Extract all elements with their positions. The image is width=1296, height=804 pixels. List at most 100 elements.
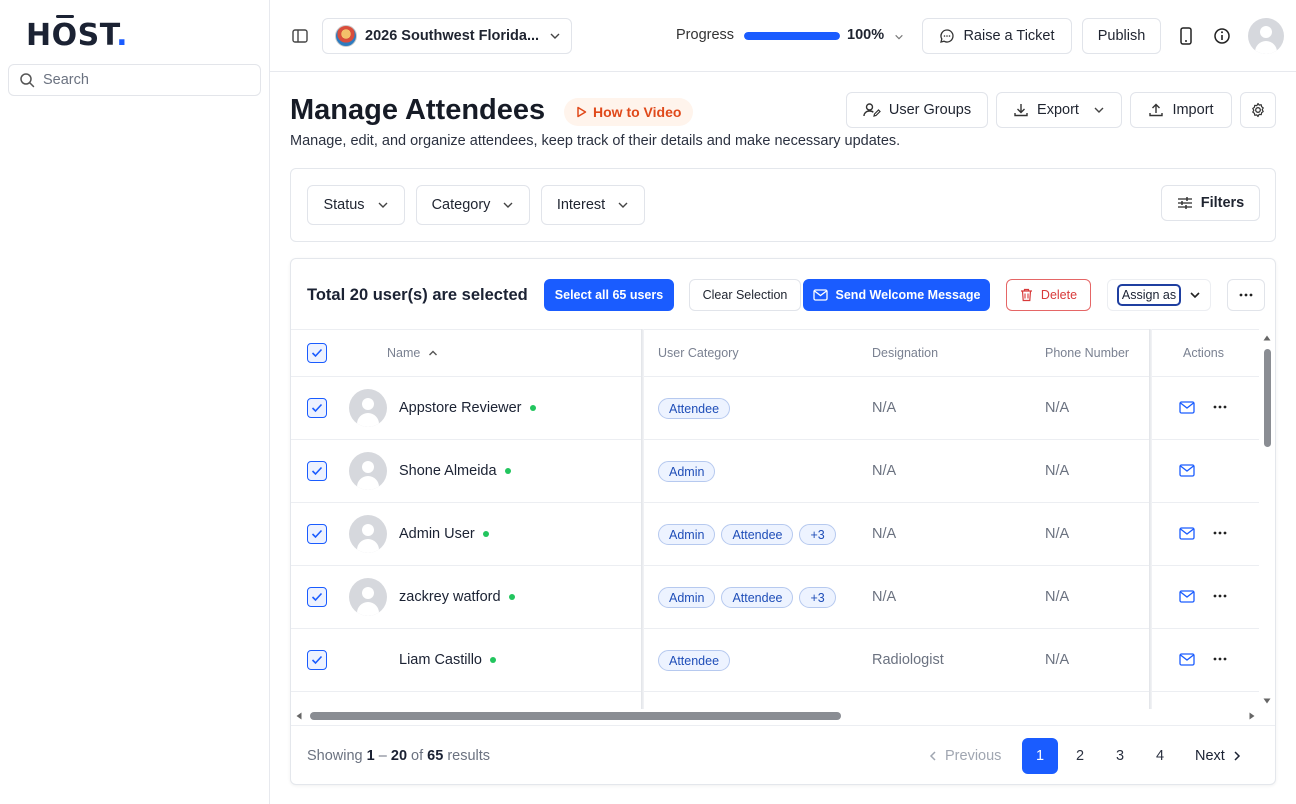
category-filter-dropdown[interactable]: Category [416, 185, 530, 225]
scroll-right-arrow-icon [1249, 712, 1255, 720]
user-edit-icon [863, 103, 881, 117]
settings-button[interactable] [1240, 92, 1276, 128]
table-row[interactable]: zackrey watford Admin Attendee +3 N/A N/A [291, 566, 1259, 629]
download-icon [1014, 104, 1028, 117]
select-all-button[interactable]: Select all 65 users [544, 279, 674, 311]
progress-chevron-icon[interactable] [892, 30, 906, 44]
previous-page-button[interactable]: Previous [929, 748, 1001, 764]
designation-cell: N/A [872, 526, 897, 542]
row-checkbox[interactable] [307, 524, 327, 544]
column-header-designation[interactable]: Designation [872, 346, 938, 360]
user-name[interactable]: Admin User [399, 526, 489, 542]
user-avatar[interactable] [1248, 18, 1284, 54]
user-category-tags: Admin [658, 461, 716, 482]
user-avatar [349, 452, 387, 490]
mobile-preview-icon[interactable] [1176, 26, 1196, 46]
column-header-user-category[interactable]: User Category [658, 346, 739, 360]
event-selector[interactable]: 2026 Southwest Florida... [322, 18, 572, 54]
category-tag: +3 [799, 524, 836, 545]
horizontal-scroll-thumb[interactable] [310, 712, 841, 720]
designation-cell: N/A [872, 589, 897, 605]
info-icon[interactable] [1212, 26, 1232, 46]
more-horizontal-icon[interactable] [1213, 399, 1227, 418]
raise-ticket-button[interactable]: Raise a Ticket [922, 18, 1072, 54]
trash-icon [1020, 288, 1032, 302]
phone-number-cell: N/A [1045, 589, 1070, 605]
online-status-dot [529, 405, 536, 411]
vertical-scroll-thumb[interactable] [1264, 349, 1271, 447]
more-horizontal-icon[interactable] [1213, 588, 1227, 607]
table-row[interactable]: Shone Almeida Admin N/A N/A [291, 440, 1259, 503]
more-horizontal-icon[interactable] [1213, 525, 1227, 544]
user-name[interactable]: zackrey watford [399, 589, 515, 605]
search-icon [20, 73, 35, 88]
upload-icon [1149, 103, 1164, 117]
column-header-name[interactable]: Name [387, 346, 438, 360]
mail-icon[interactable] [1179, 590, 1195, 606]
host-logo[interactable]: HOST. [26, 15, 128, 53]
clear-selection-button[interactable]: Clear Selection [689, 279, 801, 311]
export-label: Export [1037, 102, 1079, 118]
user-name-text: Admin User [399, 526, 475, 542]
chevron-down-icon [1190, 292, 1200, 299]
row-checkbox[interactable] [307, 461, 327, 481]
import-button[interactable]: Import [1130, 92, 1232, 128]
online-status-dot [508, 594, 515, 600]
export-button[interactable]: Export [996, 92, 1122, 128]
table-row[interactable]: Appstore Reviewer Attendee N/A N/A [291, 377, 1259, 440]
publish-button[interactable]: Publish [1082, 18, 1161, 54]
online-status-dot [490, 657, 496, 663]
category-tag: Admin [658, 587, 716, 608]
user-category-tags: Attendee [658, 650, 731, 671]
status-filter-dropdown[interactable]: Status [307, 185, 405, 225]
select-all-checkbox[interactable] [307, 343, 327, 363]
interest-filter-dropdown[interactable]: Interest [541, 185, 645, 225]
user-name[interactable]: Liam Castillo [399, 652, 496, 668]
more-horizontal-icon [1239, 293, 1253, 297]
results-summary: Showing 1 – 20 of 65 results [307, 748, 491, 764]
user-name-text: zackrey watford [399, 589, 501, 605]
row-checkbox[interactable] [307, 398, 327, 418]
progress-value: 100% [847, 27, 885, 43]
category-tag: Admin [658, 461, 716, 482]
raise-ticket-label: Raise a Ticket [963, 28, 1055, 44]
designation-cell: Radiologist [872, 652, 944, 668]
more-horizontal-icon[interactable] [1213, 651, 1227, 670]
user-name[interactable]: Shone Almeida [399, 463, 511, 479]
progress-bar [744, 32, 840, 40]
designation-cell: N/A [872, 463, 897, 479]
page-number-2[interactable]: 2 [1062, 738, 1098, 774]
chevron-down-icon [503, 202, 513, 208]
scroll-left-arrow-icon [296, 712, 302, 720]
user-groups-button[interactable]: User Groups [846, 92, 988, 128]
sidebar-toggle-icon[interactable] [290, 26, 310, 46]
user-name-text: Shone Almeida [399, 463, 497, 479]
mail-icon [812, 289, 828, 301]
row-checkbox[interactable] [307, 587, 327, 607]
category-tag: Attendee [721, 524, 794, 545]
sidebar-search[interactable] [8, 64, 261, 96]
mail-icon[interactable] [1179, 527, 1195, 543]
page-number-4[interactable]: 4 [1142, 738, 1178, 774]
chevron-down-icon [1094, 107, 1104, 113]
search-input[interactable] [43, 72, 243, 88]
mail-icon[interactable] [1179, 464, 1195, 480]
user-groups-label: User Groups [888, 102, 972, 118]
clear-selection-label: Clear Selection [702, 288, 788, 302]
table-row[interactable]: Liam Castillo Attendee Radiologist N/A [291, 629, 1259, 692]
column-header-phone-number[interactable]: Phone Number [1045, 346, 1129, 360]
next-page-button[interactable]: Next [1195, 748, 1241, 764]
filters-button[interactable]: Filters [1161, 185, 1260, 221]
table-row[interactable]: Admin User Admin Attendee +3 N/A N/A [291, 503, 1259, 566]
more-actions-button[interactable] [1227, 279, 1265, 311]
assign-as-dropdown[interactable]: Assign as [1107, 279, 1211, 311]
user-name[interactable]: Appstore Reviewer [399, 400, 536, 416]
mail-icon[interactable] [1179, 653, 1195, 669]
page-number-1[interactable]: 1 [1022, 738, 1058, 774]
mail-icon[interactable] [1179, 401, 1195, 417]
page-number-3[interactable]: 3 [1102, 738, 1138, 774]
row-checkbox[interactable] [307, 650, 327, 670]
how-to-video-link[interactable]: How to Video [564, 98, 694, 126]
delete-button[interactable]: Delete [1006, 279, 1091, 311]
send-welcome-message-button[interactable]: Send Welcome Message [803, 279, 990, 311]
